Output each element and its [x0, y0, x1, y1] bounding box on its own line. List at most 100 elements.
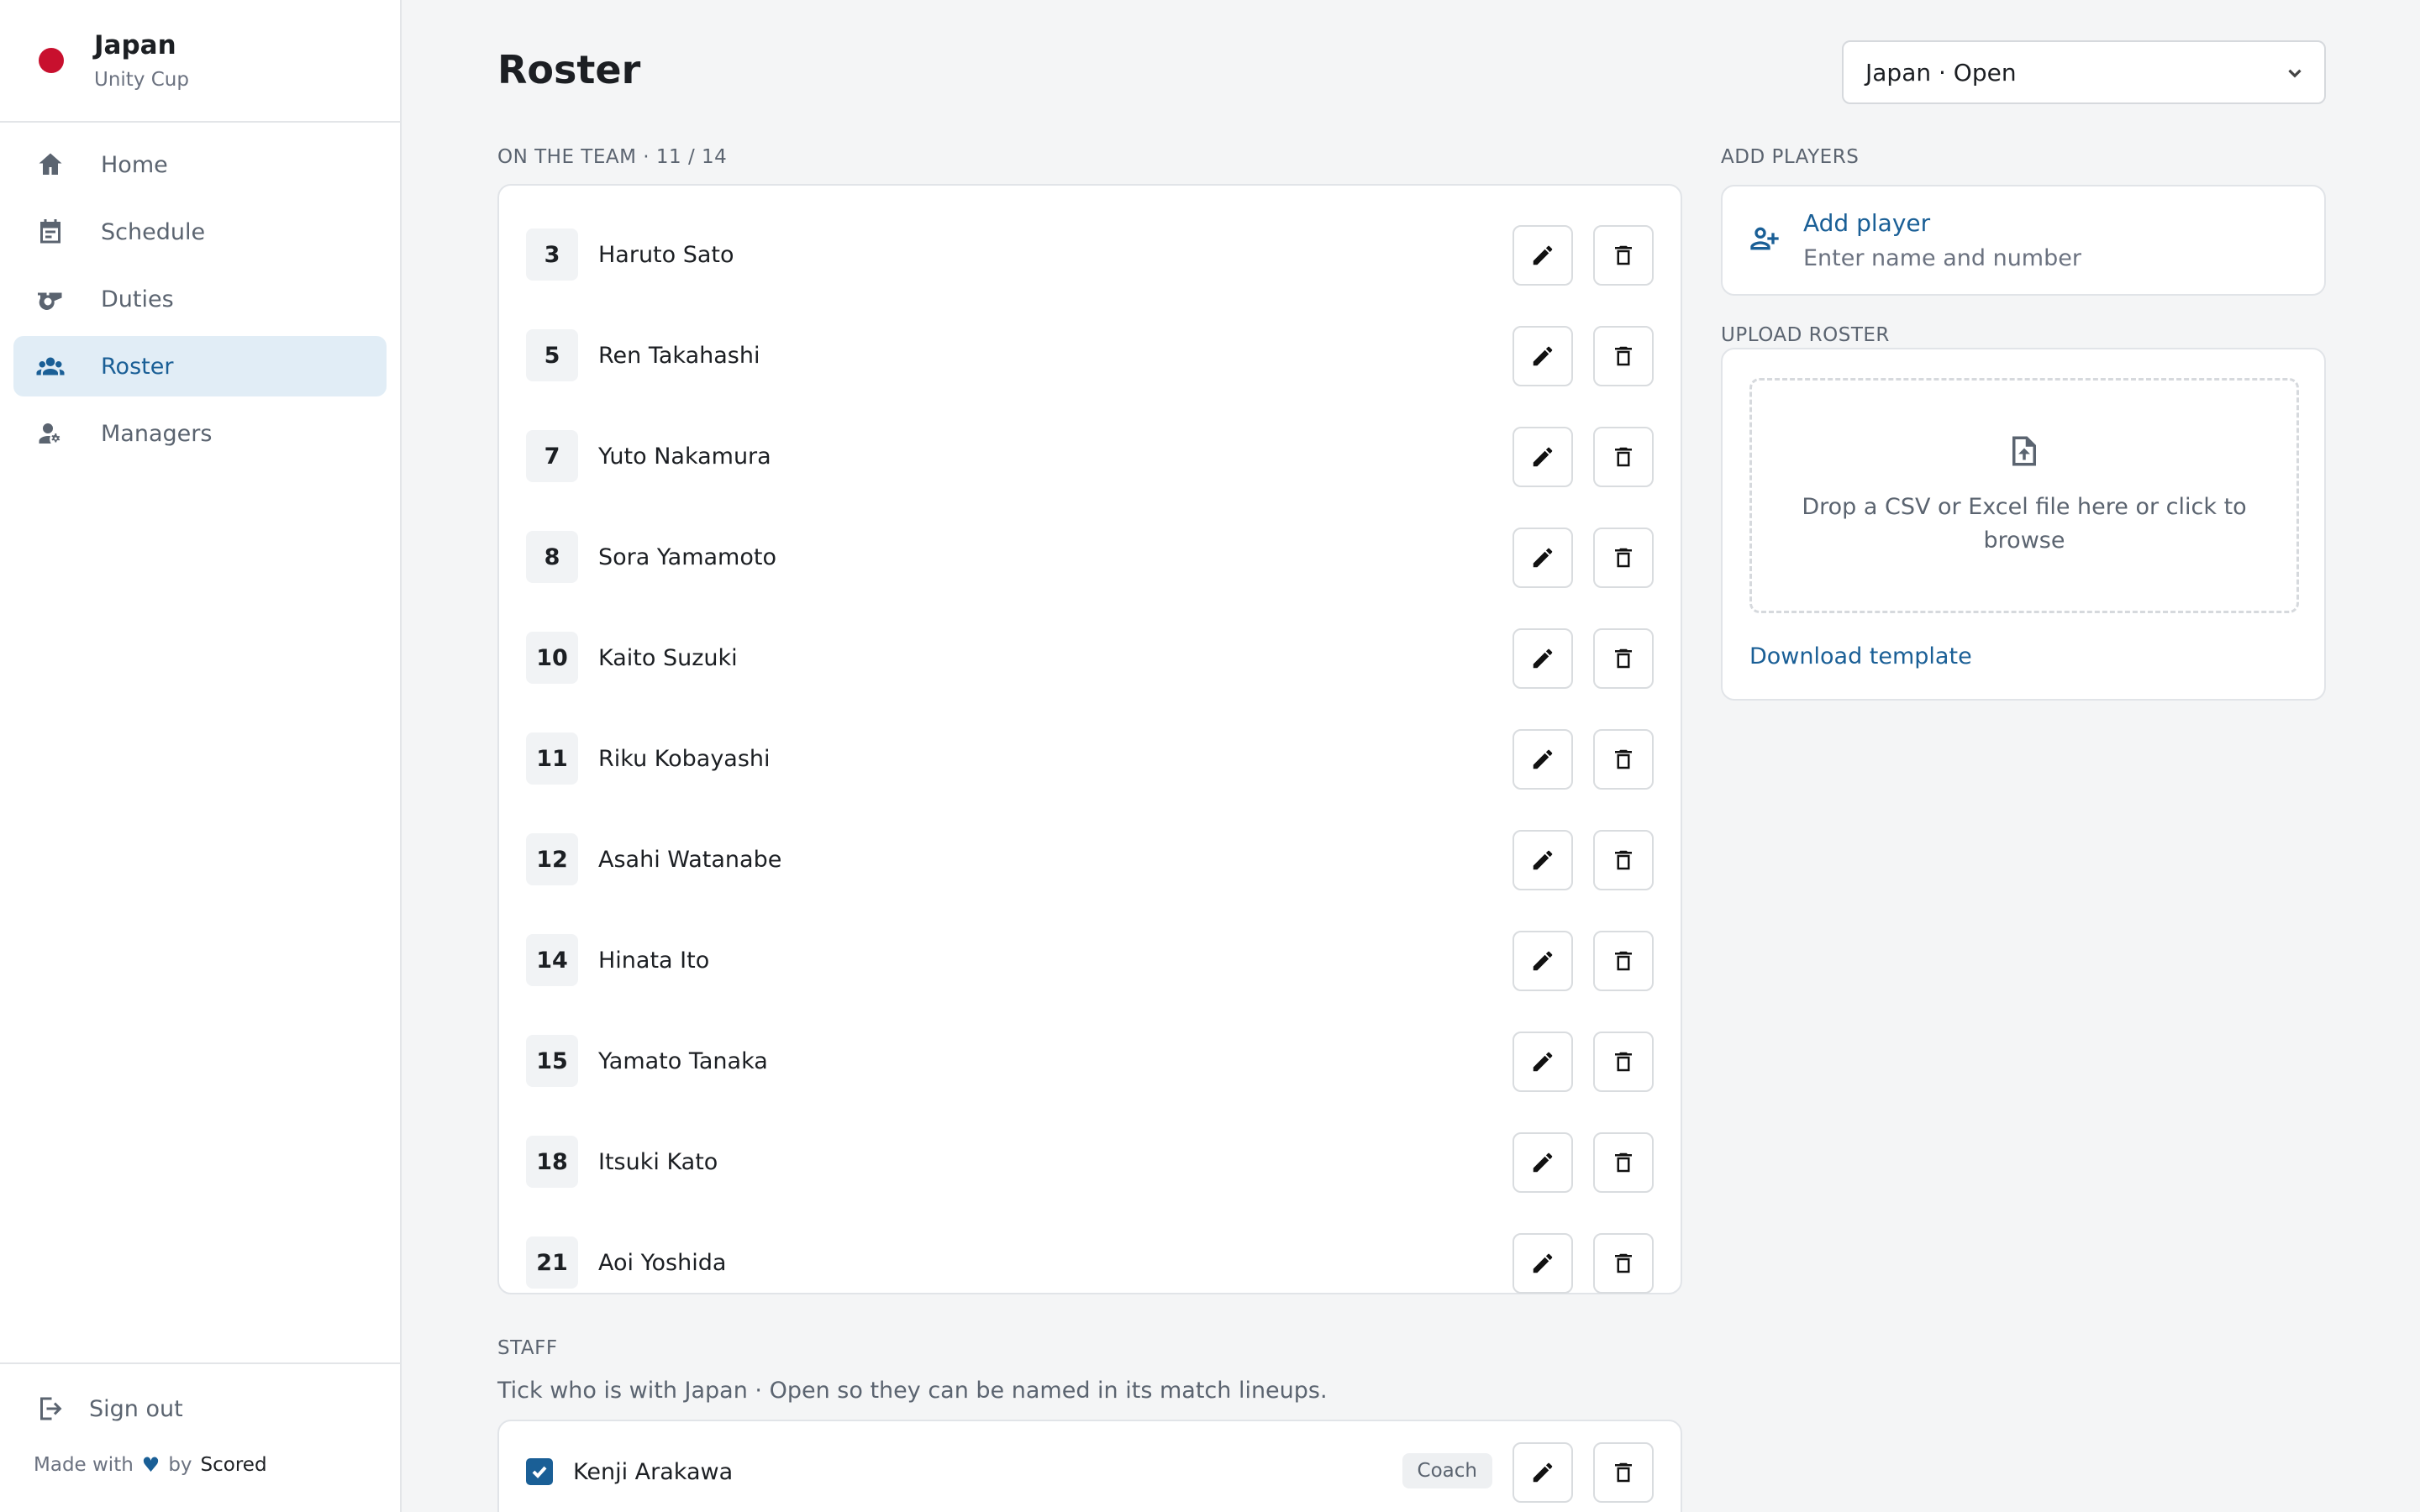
- delete-player-button[interactable]: [1593, 628, 1654, 689]
- delete-player-button[interactable]: [1593, 528, 1654, 588]
- team-division-select[interactable]: Japan · Open: [1842, 40, 2326, 104]
- trash-icon: [1611, 1150, 1636, 1175]
- main-content: Roster Japan · Open ON THE TEAM · 11 / 1…: [497, 0, 2326, 1512]
- trash-icon: [1611, 848, 1636, 873]
- trash-icon: [1615, 1462, 1632, 1483]
- team-header[interactable]: Japan Unity Cup: [0, 0, 400, 123]
- player-name: Hinata Ito: [598, 947, 710, 974]
- delete-player-button[interactable]: [1593, 1233, 1654, 1294]
- download-template-link[interactable]: Download template: [1749, 643, 1972, 669]
- trash-icon: [1611, 243, 1636, 268]
- sidebar-item-label: Roster: [101, 353, 174, 380]
- delete-player-button[interactable]: [1593, 326, 1654, 386]
- dropzone-text: Drop a CSV or Excel file here or click t…: [1802, 494, 2247, 554]
- staff-checkbox[interactable]: [526, 1458, 553, 1485]
- staff-list: Kenji Arakawa Coach: [497, 1420, 1682, 1512]
- pencil-icon: [1530, 1150, 1555, 1175]
- delete-player-button[interactable]: [1593, 427, 1654, 487]
- whistle-icon: [34, 282, 67, 316]
- staff-help-text: Tick who is with Japan · Open so they ca…: [497, 1378, 1328, 1404]
- add-players-label: ADD PLAYERS: [1721, 146, 1860, 168]
- home-icon: [34, 148, 67, 181]
- page-title: Roster: [497, 47, 641, 92]
- trash-icon: [1611, 747, 1636, 772]
- player-list: 3 Haruto Sato 5 Ren Takahashi 7 Yuto Nakamura…: [497, 184, 1682, 1294]
- edit-player-button[interactable]: [1512, 528, 1573, 588]
- delete-player-button[interactable]: [1593, 931, 1654, 991]
- edit-player-button[interactable]: [1512, 1233, 1573, 1294]
- player-row: 5 Ren Takahashi: [499, 305, 1681, 406]
- sidebar-item-roster[interactable]: Roster: [13, 336, 387, 396]
- player-number: 5: [526, 329, 578, 381]
- player-number: 15: [526, 1035, 578, 1087]
- edit-player-button[interactable]: [1512, 628, 1573, 689]
- add-player-button[interactable]: Add player Enter name and number: [1721, 185, 2326, 296]
- delete-player-button[interactable]: [1593, 225, 1654, 286]
- player-name: Yamato Tanaka: [598, 1047, 768, 1074]
- brand-link[interactable]: Scored: [201, 1454, 267, 1476]
- trash-icon: [1611, 444, 1636, 470]
- sidebar: Japan Unity Cup Home Schedule Duties Ros…: [0, 0, 402, 1512]
- sidebar-item-duties[interactable]: Duties: [13, 269, 387, 329]
- pencil-icon: [1530, 444, 1555, 470]
- sidebar-item-schedule[interactable]: Schedule: [13, 202, 387, 262]
- sidebar-footer: Sign out Made with ♥ by Scored: [0, 1362, 400, 1512]
- delete-player-button[interactable]: [1593, 729, 1654, 790]
- edit-staff-button[interactable]: [1512, 1442, 1573, 1503]
- pencil-icon: [1530, 747, 1555, 772]
- trash-icon: [1611, 344, 1636, 369]
- made-with-text: Made with: [34, 1454, 134, 1476]
- player-name: Kaito Suzuki: [598, 644, 738, 671]
- player-number: 3: [526, 228, 578, 281]
- pencil-icon: [1530, 344, 1555, 369]
- team-section-label: ON THE TEAM · 11 / 14: [497, 146, 728, 168]
- pencil-icon: [1530, 1049, 1555, 1074]
- edit-player-button[interactable]: [1512, 729, 1573, 790]
- sidebar-item-label: Schedule: [101, 218, 206, 245]
- add-player-subtitle: Enter name and number: [1803, 245, 2081, 271]
- sidebar-item-label: Duties: [101, 286, 174, 312]
- delete-player-button[interactable]: [1593, 1032, 1654, 1092]
- delete-staff-button[interactable]: [1593, 1442, 1654, 1503]
- player-row: 7 Yuto Nakamura: [499, 406, 1681, 507]
- player-name: Haruto Sato: [598, 241, 734, 268]
- player-name: Aoi Yoshida: [598, 1249, 727, 1276]
- sidebar-item-home[interactable]: Home: [13, 134, 387, 195]
- people-icon: [34, 349, 67, 383]
- player-row: 18 Itsuki Kato: [499, 1111, 1681, 1212]
- file-dropzone[interactable]: Drop a CSV or Excel file here or click t…: [1749, 378, 2299, 613]
- edit-player-button[interactable]: [1512, 1032, 1573, 1092]
- trash-icon: [1611, 1251, 1636, 1276]
- delete-player-button[interactable]: [1593, 1132, 1654, 1193]
- player-row: 3 Haruto Sato: [499, 204, 1681, 305]
- player-row: 8 Sora Yamamoto: [499, 507, 1681, 607]
- player-row: 12 Asahi Watanabe: [499, 809, 1681, 910]
- edit-player-button[interactable]: [1512, 225, 1573, 286]
- edit-player-button[interactable]: [1512, 326, 1573, 386]
- pencil-icon: [1530, 545, 1555, 570]
- edit-player-button[interactable]: [1512, 830, 1573, 890]
- edit-player-button[interactable]: [1512, 931, 1573, 991]
- player-row: 11 Riku Kobayashi: [499, 708, 1681, 809]
- player-row: 21 Aoi Yoshida: [499, 1212, 1681, 1313]
- player-name: Itsuki Kato: [598, 1148, 718, 1175]
- player-number: 7: [526, 430, 578, 482]
- person-add-icon: [1748, 222, 1781, 259]
- file-upload-icon: [2007, 433, 2042, 472]
- add-player-title: Add player: [1803, 209, 1931, 237]
- delete-player-button[interactable]: [1593, 830, 1654, 890]
- trash-icon: [1611, 948, 1636, 974]
- trash-icon: [1611, 646, 1636, 671]
- by-text: by: [168, 1454, 192, 1476]
- team-flag-icon: [39, 48, 64, 73]
- sign-out-button[interactable]: Sign out: [0, 1364, 400, 1453]
- player-row: 14 Hinata Ito: [499, 910, 1681, 1011]
- player-number: 14: [526, 934, 578, 986]
- player-number: 21: [526, 1236, 578, 1289]
- sidebar-nav: Home Schedule Duties Roster Managers: [0, 123, 400, 482]
- heart-icon: ♥: [141, 1453, 160, 1477]
- edit-player-button[interactable]: [1512, 427, 1573, 487]
- pencil-icon: [1530, 848, 1555, 873]
- sidebar-item-managers[interactable]: Managers: [13, 403, 387, 464]
- edit-player-button[interactable]: [1512, 1132, 1573, 1193]
